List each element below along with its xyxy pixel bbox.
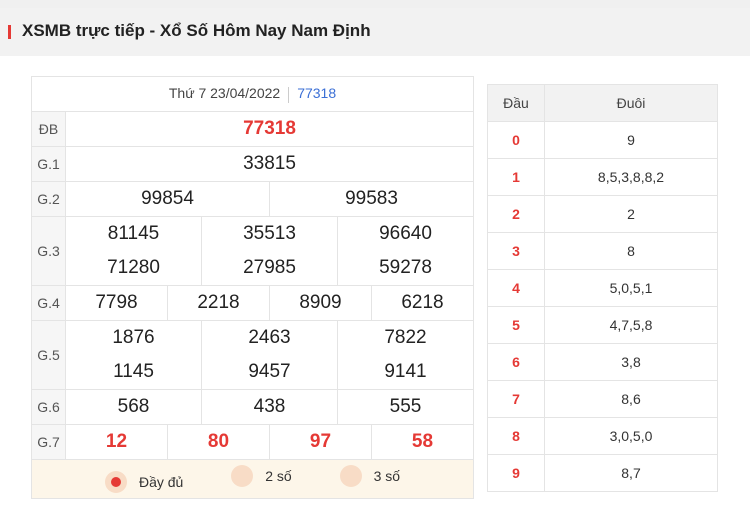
- loto-tail: 8,5,3,8,8,2: [544, 158, 718, 196]
- loto-row: 38: [487, 232, 718, 270]
- g7-number: 97: [269, 424, 372, 460]
- radio-2-digits[interactable]: [231, 465, 254, 487]
- loto-tail-header: Đuôi: [544, 84, 718, 122]
- g5-number: 7822: [337, 320, 474, 355]
- g3-number: 96640: [337, 216, 474, 251]
- loto-row: 4 5,0,5,1: [487, 269, 718, 307]
- g2-number: 99583: [269, 181, 474, 217]
- loto-tail: 3,0,5,0: [544, 417, 718, 455]
- prize-label-g1: G.1: [31, 146, 66, 182]
- g5-number: 9141: [337, 355, 474, 390]
- loto-head: 7: [487, 380, 545, 418]
- loto-row: 1 8,5,3,8,8,2: [487, 158, 718, 196]
- g7-number: 58: [371, 424, 474, 460]
- g3-number: 81145: [65, 216, 202, 251]
- loto-head: 2: [487, 195, 545, 233]
- draw-code: 77318: [297, 85, 337, 102]
- display-options: Đầy đủ 2 số 3 số: [31, 459, 474, 499]
- loto-row: 22: [487, 195, 718, 233]
- option-full-label: Đầy đủ: [138, 474, 184, 490]
- g4-number: 2218: [167, 285, 270, 321]
- loto-head: 6: [487, 343, 545, 381]
- loto-head: 4: [487, 269, 545, 307]
- option-2-digits-label: 2 số: [265, 468, 292, 484]
- g7-number: 12: [65, 424, 168, 460]
- loto-tail: 4,7,5,8: [544, 306, 718, 344]
- g3-number: 27985: [201, 251, 338, 286]
- draw-date: Thứ 7 23/04/2022: [168, 85, 281, 102]
- g6-number: 555: [337, 389, 474, 425]
- prize-label-g4: G.4: [31, 285, 66, 321]
- prize-label-g2: G.2: [31, 181, 66, 217]
- g3-number: 71280: [65, 251, 202, 286]
- section-header: XSMB trực tiếp - Xổ Số Hôm Nay Nam Định: [0, 8, 750, 56]
- loto-row: 5 4,7,5,8: [487, 306, 718, 344]
- loto-table: Đầu Đuôi 09 1 8,5,3,8,8,2 22 38 4 5,0,5,1 …: [487, 84, 718, 492]
- g5-number: 1145: [65, 355, 202, 390]
- loto-row: 09: [487, 121, 718, 159]
- g5-number: 9457: [201, 355, 338, 390]
- prize-label-g5: G.5: [31, 320, 66, 390]
- page-title: XSMB trực tiếp - Xổ Số Hôm Nay Nam Định: [22, 21, 371, 40]
- g5-number: 2463: [201, 320, 338, 355]
- loto-row: 6 3,8: [487, 343, 718, 381]
- date-separator: [288, 86, 290, 103]
- loto-tail: 5,0,5,1: [544, 269, 718, 307]
- loto-row: 8 3,0,5,0: [487, 417, 718, 455]
- loto-tail: 8,7: [544, 454, 718, 492]
- loto-row: 7 8,6: [487, 380, 718, 418]
- g3-number: 59278: [337, 251, 474, 286]
- g7-number: 80: [167, 424, 270, 460]
- option-2-digits[interactable]: 2 số: [231, 465, 292, 487]
- radio-3-digits[interactable]: [339, 465, 362, 487]
- loto-head-header: Đầu: [487, 84, 545, 122]
- prize-label-db: ĐB: [31, 111, 66, 147]
- g4-number: 8909: [269, 285, 372, 321]
- g4-number: 6218: [371, 285, 474, 321]
- results-card: XSMB trực tiếp - Xổ Số Hôm Nay Nam Định …: [0, 8, 750, 518]
- g6-number: 438: [201, 389, 338, 425]
- prize-label-g3: G.3: [31, 216, 66, 286]
- loto-tail: 3,8: [544, 343, 718, 381]
- loto-tail: 8: [544, 232, 718, 270]
- date-row: Thứ 7 23/04/2022 77318: [31, 76, 474, 112]
- results-table: Thứ 7 23/04/2022 77318 ĐB 77318 G.1 33815…: [31, 76, 474, 499]
- g1-number: 33815: [65, 146, 474, 182]
- loto-head: 0: [487, 121, 545, 159]
- loto-row: 9 8,7: [487, 454, 718, 492]
- prize-label-g6: G.6: [31, 389, 66, 425]
- option-3-digits[interactable]: 3 số: [339, 465, 401, 487]
- g2-number: 99854: [65, 181, 270, 217]
- prize-label-g7: G.7: [31, 424, 66, 460]
- g3-number: 35513: [201, 216, 338, 251]
- header-accent-bar: [8, 25, 11, 39]
- option-full[interactable]: Đầy đủ: [104, 471, 184, 493]
- loto-tail: 9: [544, 121, 718, 159]
- loto-head: 3: [487, 232, 545, 270]
- loto-tail: 8,6: [544, 380, 718, 418]
- g6-number: 568: [65, 389, 202, 425]
- radio-full[interactable]: [104, 471, 127, 493]
- loto-head: 8: [487, 417, 545, 455]
- loto-head: 1: [487, 158, 545, 196]
- g4-number: 7798: [65, 285, 168, 321]
- special-prize-number: 77318: [65, 111, 474, 147]
- loto-head: 9: [487, 454, 545, 492]
- option-3-digits-label: 3 số: [373, 468, 401, 484]
- loto-tail: 2: [544, 195, 718, 233]
- loto-head: 5: [487, 306, 545, 344]
- g5-number: 1876: [65, 320, 202, 355]
